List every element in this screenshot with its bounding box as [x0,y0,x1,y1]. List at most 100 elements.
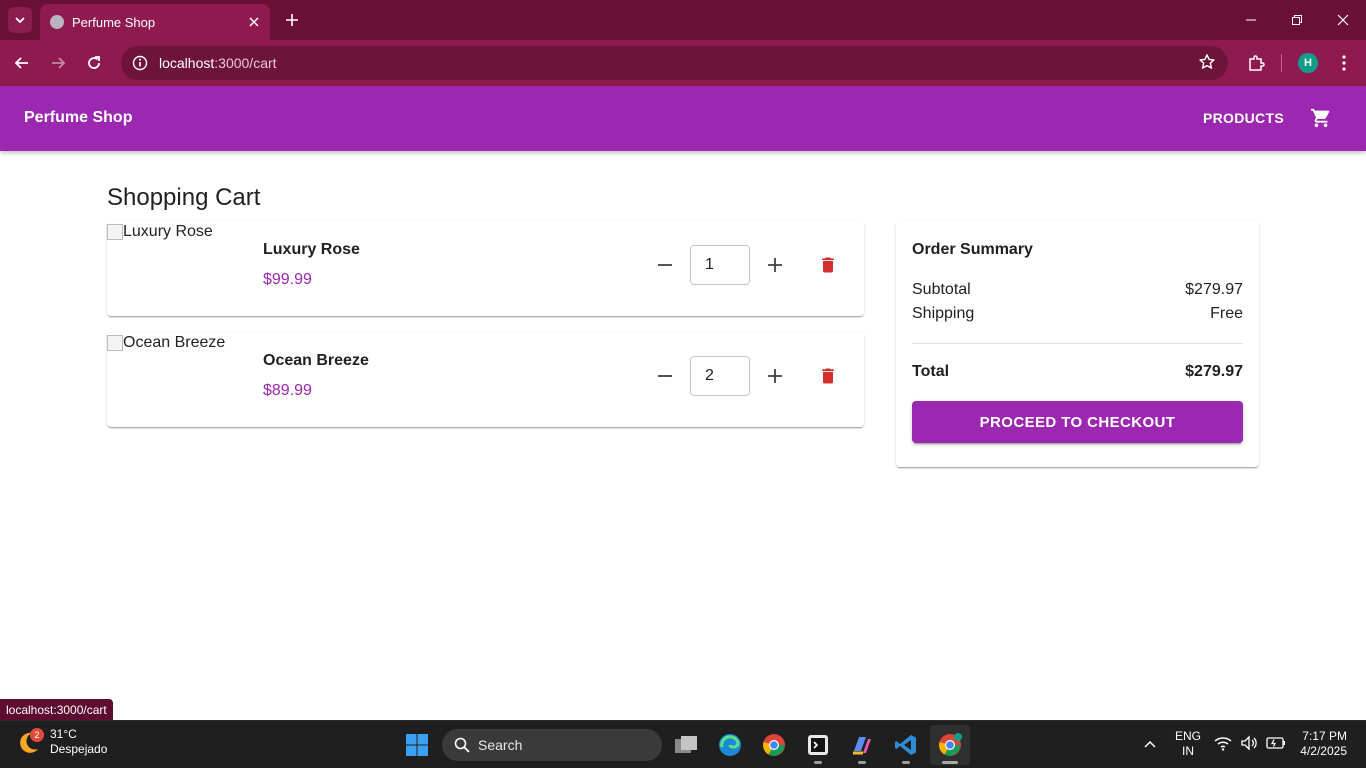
browser-tab[interactable]: Perfume Shop [40,4,270,40]
product-name: Ocean Breeze [263,352,369,369]
plus-icon [286,14,298,26]
running-indicator [942,761,958,764]
summary-divider [912,343,1243,344]
browser-tab-strip: Perfume Shop [0,0,1366,40]
running-indicator [858,761,866,764]
cart-button[interactable] [1305,102,1337,134]
battery-icon [1266,737,1285,749]
increase-quantity-button[interactable] [761,362,789,390]
chrome-app[interactable] [754,725,794,765]
extensions-button[interactable] [1242,49,1270,77]
vscode-icon [895,735,916,755]
restore-button[interactable] [1282,6,1312,34]
chrome-profile-app[interactable] [930,725,970,765]
product-image: Luxury Rose [107,223,213,241]
link-status-bubble: localhost:3000/cart [0,699,113,720]
weather-widget[interactable]: 2 31°C Despejado [16,727,107,757]
edge-icon [719,734,741,756]
product-image: Ocean Breeze [107,334,225,352]
weather-temperature: 31°C [50,727,77,741]
image-alt-text: Ocean Breeze [123,334,226,351]
checkout-button[interactable]: PROCEED TO CHECKOUT [912,401,1243,443]
vscode-app[interactable] [886,725,926,765]
task-view-button[interactable] [666,725,706,765]
edge-app[interactable] [710,725,750,765]
minus-icon [658,375,672,377]
clock-date: 4/2/2025 [1300,744,1347,758]
search-label: Search [478,737,523,753]
shipping-label: Shipping [912,305,975,322]
clock[interactable]: 7:17 PM 4/2/2025 [1290,729,1347,759]
broken-image-icon [107,224,123,240]
total-row: Total $279.97 [912,363,1243,381]
minus-icon [658,264,672,266]
order-summary-title: Order Summary [912,241,1033,258]
increase-quantity-button[interactable] [761,251,789,279]
terminal-icon [808,735,828,755]
language-indicator[interactable]: ENG IN [1172,729,1204,759]
copilot-icon [853,737,871,755]
close-window-button[interactable] [1328,6,1358,34]
quantity-input[interactable]: 2 [690,356,750,396]
browser-toolbar: localhost:3000/cart H [0,40,1366,86]
decrease-quantity-button[interactable] [651,362,679,390]
subtotal-label: Subtotal [912,281,971,298]
wifi-icon [1214,737,1232,751]
close-icon [1337,14,1349,26]
taskbar: 2 31°C Despejado Search ENG IN 7:17 PM 4… [0,720,1366,768]
forward-button[interactable] [44,49,72,77]
windows-logo-icon [406,734,428,756]
plus-icon [768,258,782,272]
profile-avatar[interactable]: H [1298,53,1318,73]
new-tab-button[interactable] [280,8,304,32]
decrease-quantity-button[interactable] [651,251,679,279]
subtotal-row: Subtotal $279.97 [912,281,1243,299]
system-tray[interactable] [1214,735,1286,751]
task-view-icon [675,736,697,753]
subtotal-value: $279.97 [1185,281,1243,298]
url-text: localhost:3000/cart [159,55,277,71]
order-summary-card: Order Summary Subtotal $279.97 Shipping … [896,221,1259,467]
product-price: $89.99 [263,382,312,399]
address-bar[interactable]: localhost:3000/cart [121,46,1228,80]
chevron-down-icon [15,17,25,24]
shipping-value: Free [1210,305,1243,322]
bookmark-star-icon[interactable] [1198,53,1216,76]
start-button[interactable] [401,729,433,761]
close-icon [249,17,259,27]
remove-item-button[interactable] [814,362,842,390]
reload-icon [88,56,100,69]
back-button[interactable] [8,49,36,77]
tab-search-button[interactable] [8,7,32,33]
reload-button[interactable] [80,49,108,77]
running-indicator [902,761,910,764]
cart-item: Luxury Rose Luxury Rose $99.99 1 [107,221,864,316]
cart-item: Ocean Breeze Ocean Breeze $89.99 2 [107,332,864,427]
chrome-icon [763,734,785,756]
volume-icon [1241,735,1257,751]
total-value: $279.97 [1185,363,1243,380]
weather-description: Despejado [50,742,108,756]
site-info-icon[interactable] [123,46,157,80]
tab-close-button[interactable] [242,10,266,34]
products-nav-button[interactable]: PRODUCTS [1194,102,1293,134]
copilot-app[interactable] [842,725,882,765]
more-vert-icon [1342,55,1346,71]
chrome-icon [939,733,962,756]
globe-icon [50,15,64,29]
plus-icon [768,369,782,383]
trash-icon [822,368,834,384]
taskbar-search[interactable]: Search [442,729,662,761]
moon-icon: 2 [16,728,44,755]
remove-item-button[interactable] [814,251,842,279]
quantity-input[interactable]: 1 [690,245,750,285]
trash-icon [822,257,834,273]
clock-time: 7:17 PM [1302,729,1347,743]
browser-menu-button[interactable] [1332,49,1356,77]
show-hidden-icons-button[interactable] [1140,735,1160,755]
terminal-app[interactable] [798,725,838,765]
shopping-cart-icon [1310,108,1330,128]
brand-title[interactable]: Perfume Shop [24,109,132,127]
image-alt-text: Luxury Rose [123,223,213,240]
minimize-button[interactable] [1236,6,1266,34]
